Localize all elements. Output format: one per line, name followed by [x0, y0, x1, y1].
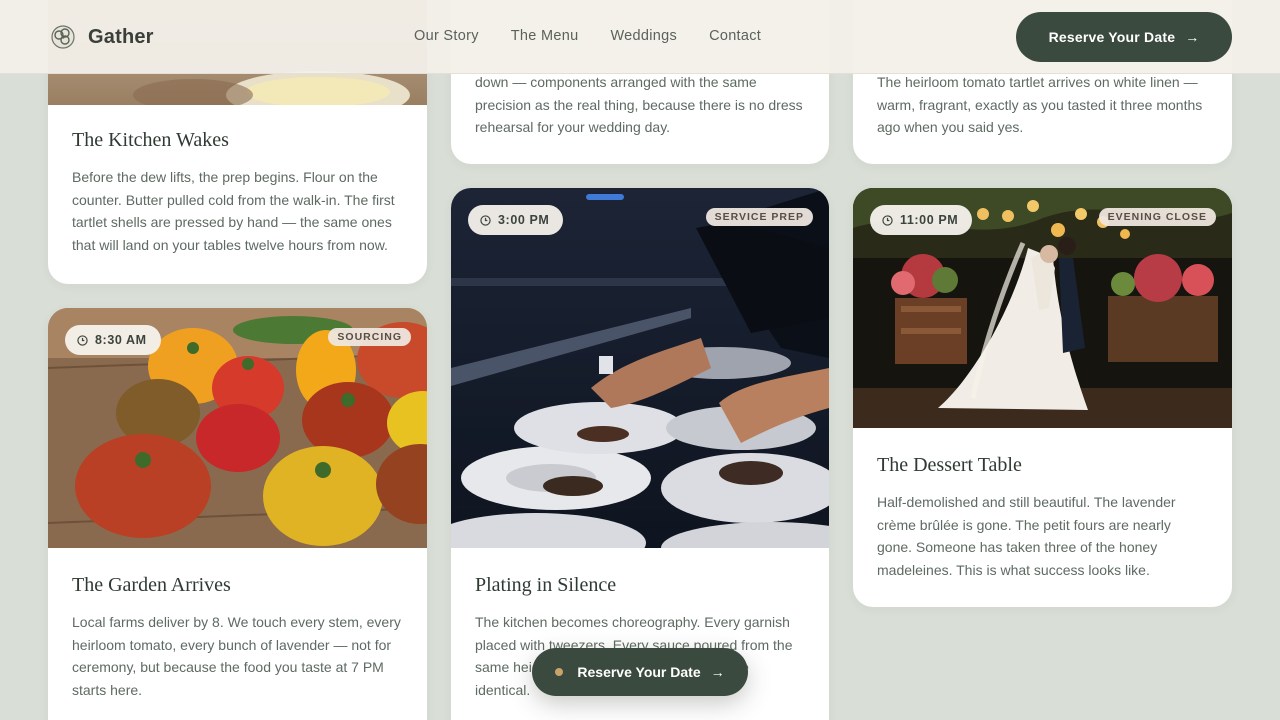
card-title: Plating in Silence [475, 574, 617, 596]
card-dessert-table[interactable]: 11:00 PM EVENING CLOSE The Dessert Table… [853, 188, 1232, 607]
floating-reserve-label: Reserve Your Date [577, 664, 701, 680]
card-body: The Garden Arrives Local farms deliver b… [72, 574, 403, 701]
top-navigation: Gather Our Story The Menu Weddings Conta… [0, 0, 1280, 74]
card-text: The heirloom tomato tartlet arrives on w… [877, 74, 1203, 136]
clock-icon [480, 214, 491, 226]
category-tag: SOURCING [328, 328, 411, 346]
clock-icon [882, 214, 893, 226]
time-badge: 3:00 PM [468, 205, 564, 235]
card-title: The Dessert Table [877, 454, 1022, 476]
card-text: Before the dew lifts, the prep begins. F… [72, 169, 395, 253]
status-dot [555, 668, 564, 676]
card-title: The Kitchen Wakes [72, 129, 229, 151]
clock-icon [77, 334, 88, 346]
card-title: The Garden Arrives [72, 574, 231, 596]
nav-link-our-story[interactable]: Our Story [414, 28, 479, 44]
plating-photo [451, 188, 829, 548]
flower-logo-icon [51, 25, 75, 49]
time-label: 8:30 AM [95, 333, 147, 347]
main-nav: Our Story The Menu Weddings Contact [414, 28, 761, 44]
card-text: Half-demolished and still beautiful. The… [877, 494, 1176, 578]
card-body: down — components arranged with the same… [475, 71, 805, 139]
card-body: The Dessert Table Half-demolished and st… [877, 454, 1208, 581]
brand-name: Gather [88, 25, 154, 48]
card-text: down — components arranged with the same… [475, 74, 803, 136]
card-body: The Kitchen Wakes Before the dew lifts, … [72, 129, 403, 256]
card-text: Local farms deliver by 8. We touch every… [72, 614, 401, 698]
reserve-date-button[interactable]: Reserve Your Date → [1016, 12, 1232, 62]
arrow-right-icon: → [1185, 29, 1200, 45]
card-plating-silence[interactable]: 3:00 PM SERVICE PREP Plating in Silence … [451, 188, 829, 720]
nav-link-weddings[interactable]: Weddings [610, 28, 677, 44]
time-badge: 11:00 PM [870, 205, 973, 235]
card-body: The heirloom tomato tartlet arrives on w… [877, 71, 1208, 139]
time-label: 11:00 PM [900, 213, 959, 227]
reserve-date-label: Reserve Your Date [1048, 29, 1176, 45]
arrow-right-icon: → [710, 664, 725, 680]
nav-link-contact[interactable]: Contact [709, 28, 761, 44]
card-garden-arrives[interactable]: 8:30 AM SOURCING The Garden Arrives Loca… [48, 308, 427, 720]
category-tag: SERVICE PREP [705, 208, 813, 226]
floating-reserve-button[interactable]: Reserve Your Date → [532, 648, 748, 696]
time-label: 3:00 PM [498, 213, 550, 227]
brand[interactable]: Gather [50, 24, 154, 50]
category-tag: EVENING CLOSE [1098, 208, 1216, 226]
time-badge: 8:30 AM [65, 325, 161, 355]
nav-link-the-menu[interactable]: The Menu [511, 28, 579, 44]
